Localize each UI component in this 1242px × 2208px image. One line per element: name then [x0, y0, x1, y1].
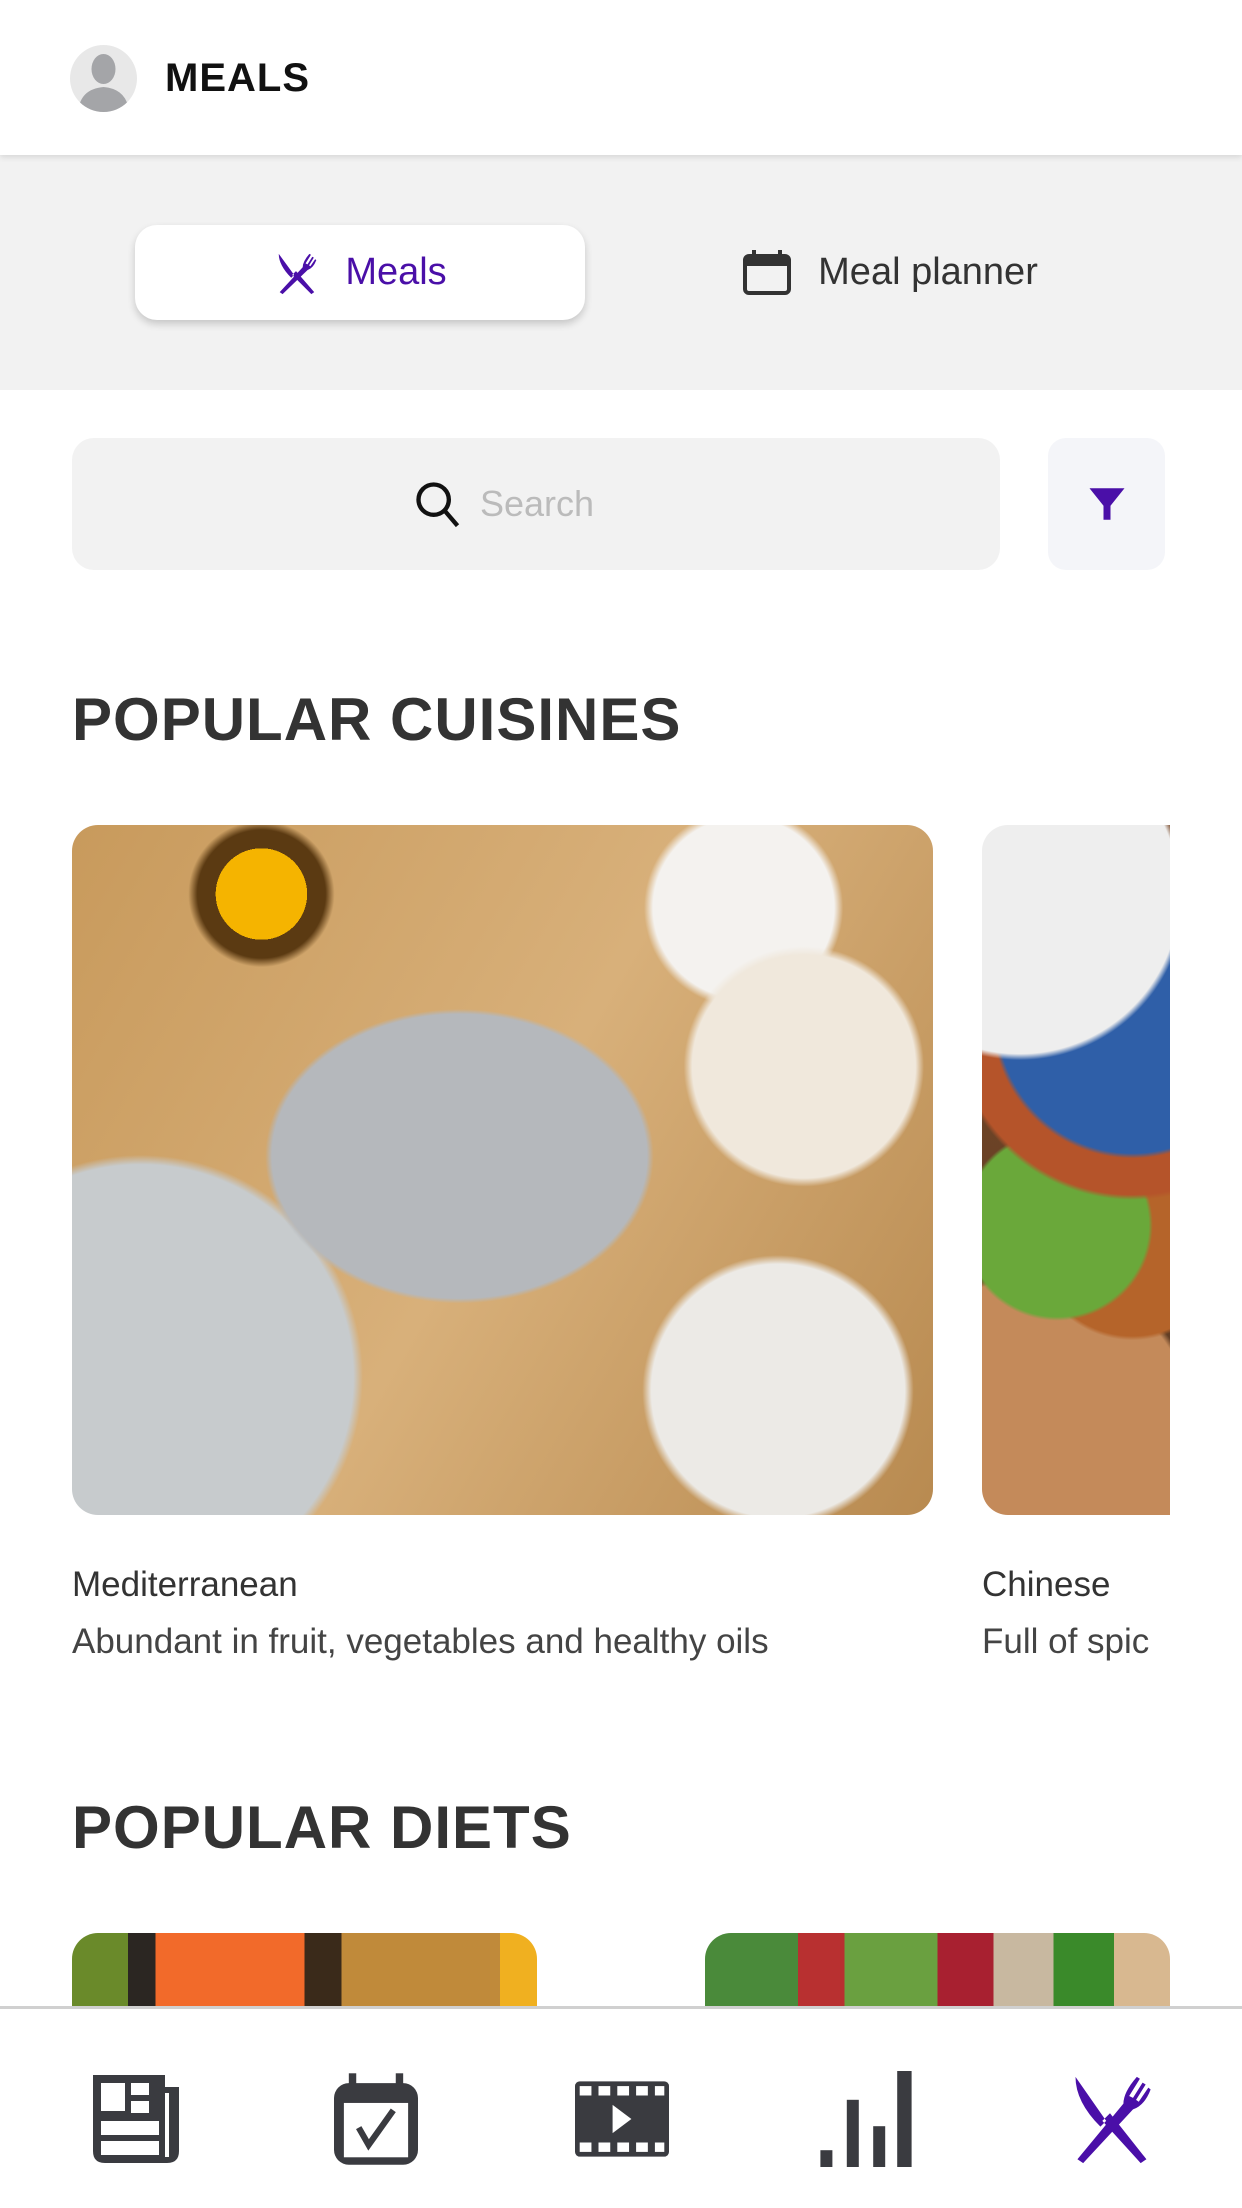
card-image-chinese[interactable]	[982, 825, 1170, 1515]
nav-planner[interactable]	[326, 2069, 426, 2169]
nav-stats[interactable]	[816, 2069, 916, 2169]
calendar-check-icon	[334, 2073, 418, 2165]
card-description: Abundant in fruit, vegetables and health…	[72, 1622, 769, 1661]
card-title: Mediterranean	[72, 1565, 298, 1604]
user-silhouette-icon	[78, 54, 129, 112]
tab-label: Meals	[345, 251, 447, 293]
section-title-diets: POPULAR DIETS	[72, 1794, 572, 1861]
card-title: Chinese	[982, 1565, 1111, 1604]
tab-meals[interactable]: Meals	[135, 225, 585, 320]
cutlery-icon	[1075, 2076, 1151, 2164]
page-title: MEALS	[165, 56, 310, 100]
nav-meals[interactable]	[1060, 2069, 1160, 2169]
filter-button[interactable]	[1048, 438, 1165, 570]
card-description: Full of spic	[982, 1622, 1150, 1661]
search-icon	[416, 482, 460, 528]
bar-chart-icon	[820, 2071, 912, 2167]
nav-videos[interactable]	[572, 2069, 672, 2169]
calendar-icon	[743, 249, 792, 295]
card-image-mediterranean[interactable]	[72, 825, 933, 1515]
section-title-cuisines: POPULAR CUISINES	[72, 686, 682, 753]
diet-card-image[interactable]	[705, 1933, 1170, 2013]
tab-label: Meal planner	[818, 251, 1038, 293]
newspaper-icon	[93, 2075, 179, 2163]
app-header: MEALS	[0, 0, 1242, 155]
search-input[interactable]	[480, 483, 660, 525]
tab-meal-planner[interactable]: Meal planner	[640, 225, 1140, 320]
diet-card-image[interactable]	[72, 1933, 537, 2013]
bottom-nav	[0, 2006, 1242, 2208]
filter-icon	[1089, 488, 1124, 520]
film-play-icon	[575, 2081, 669, 2157]
cutlery-icon	[279, 253, 317, 294]
search-bar[interactable]	[72, 438, 1000, 570]
avatar[interactable]	[70, 45, 137, 112]
nav-news[interactable]	[85, 2069, 185, 2169]
